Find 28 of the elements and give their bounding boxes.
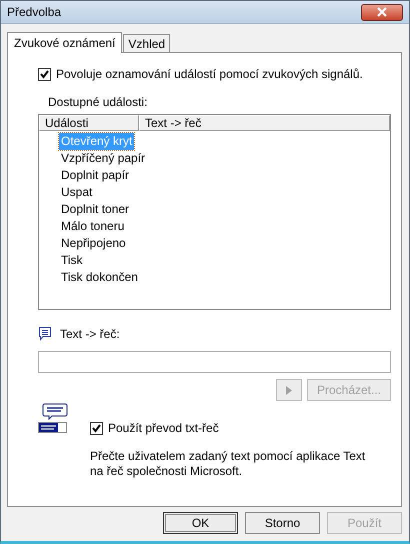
list-item[interactable]: Nepřipojeno xyxy=(59,235,128,252)
list-item[interactable]: Uspat xyxy=(59,184,94,201)
close-icon xyxy=(376,7,388,17)
tab[interactable]: Vzhled xyxy=(123,34,170,52)
play-icon xyxy=(286,386,292,394)
column-header[interactable]: Text -> řeč xyxy=(139,115,390,131)
list-item[interactable]: Tisk dokončen xyxy=(59,269,140,286)
speech-bubble-icon xyxy=(38,326,52,341)
checkbox-label: Použít převod txt-řeč xyxy=(108,421,219,435)
tts-label: Text -> řeč: xyxy=(60,326,120,340)
tab[interactable]: Zvukové oznámení xyxy=(7,32,122,53)
list-item[interactable]: Tisk xyxy=(59,252,85,269)
list-item[interactable]: Málo toneru xyxy=(59,218,126,235)
tts-input-field[interactable] xyxy=(38,351,391,373)
checkbox[interactable] xyxy=(38,68,51,80)
events-label: Dostupné události: xyxy=(48,95,148,109)
column-header[interactable]: Události xyxy=(39,115,139,131)
close-button[interactable] xyxy=(361,4,403,20)
list-item[interactable]: Doplnit papír xyxy=(59,167,132,184)
list-item[interactable]: Vzpříčený papír xyxy=(59,150,148,167)
list-item[interactable]: Doplnit toner xyxy=(59,201,132,218)
description-text: Přečte uživatelem zadaný text pomocí aplikace Text na řeč společnosti Microsoft. xyxy=(90,449,366,479)
text-to-speech-icon xyxy=(38,403,68,435)
dialog-button[interactable]: OK xyxy=(163,512,238,534)
window-title: Předvolba xyxy=(7,5,62,19)
checkbox[interactable] xyxy=(90,422,103,434)
checkbox-label: Povoluje oznamování událostí pomocí zvukových signálů. xyxy=(56,67,363,81)
dialog-button[interactable]: Storno xyxy=(245,512,320,534)
